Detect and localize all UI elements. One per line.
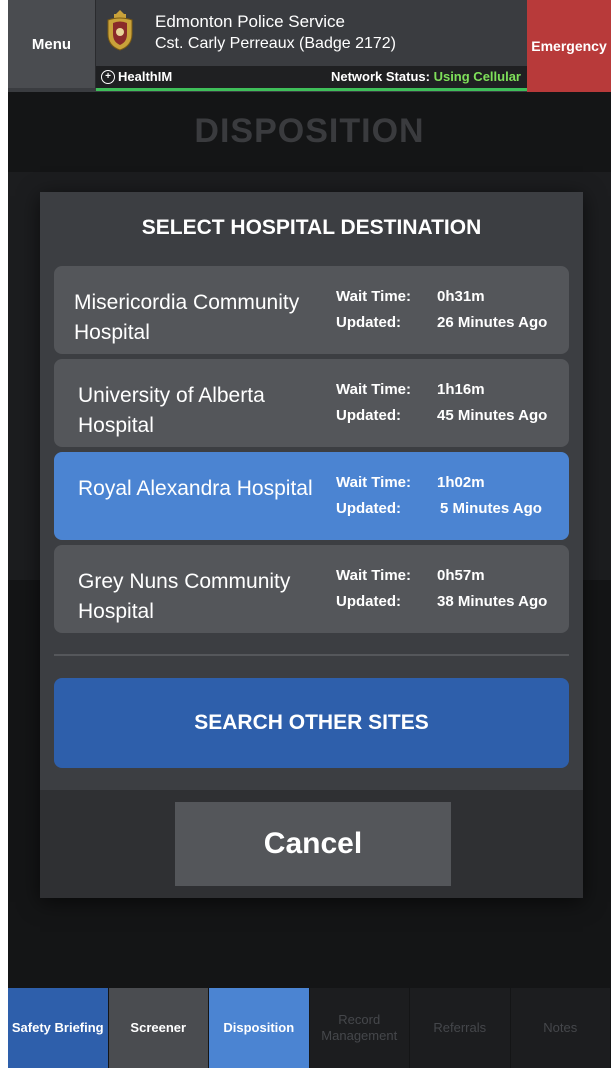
tab-record-management: Record Management: [309, 988, 410, 1068]
updated-label: Updated:: [336, 593, 401, 610]
wait-time-label: Wait Time:: [336, 288, 412, 305]
tab-screener[interactable]: Screener: [108, 988, 209, 1068]
wait-time-label: Wait Time:: [336, 381, 412, 398]
status-indicator-line: [96, 88, 527, 91]
network-status-value: Using Cellular: [433, 69, 521, 84]
hospital-select-modal: SELECT HOSPITAL DESTINATION Misericordia…: [40, 192, 583, 898]
updated-label: Updated:: [336, 314, 401, 331]
wait-time-value: 1h16m: [437, 381, 485, 398]
hospital-name: Royal Alexandra Hospital: [78, 477, 313, 500]
wait-time-value: 0h31m: [437, 288, 485, 305]
updated-label: Updated:: [336, 407, 401, 424]
modal-title: SELECT HOSPITAL DESTINATION: [141, 216, 482, 239]
healthim-brand: + HealthIM: [101, 69, 172, 84]
hospital-option-royal-alexandra[interactable]: Royal Alexandra Hospital Wait Time: 1h02…: [54, 452, 569, 540]
emergency-button[interactable]: Emergency: [527, 0, 611, 92]
wait-time-label: Wait Time:: [336, 474, 412, 491]
status-bar: + HealthIM Network Status: Using Cellula…: [96, 66, 527, 88]
updated-value: 45 Minutes Ago: [437, 407, 548, 424]
updated-value: 26 Minutes Ago: [437, 314, 548, 331]
menu-button[interactable]: Menu: [8, 0, 96, 88]
wait-time-value: 0h57m: [437, 567, 485, 584]
brand-label: HealthIM: [118, 69, 173, 84]
officer-name: Cst. Carly Perreaux (Badge 2172): [155, 35, 396, 52]
organization-name: Edmonton Police Service: [155, 12, 345, 31]
hospital-name: Grey Nuns Community Hospital: [78, 570, 291, 623]
tab-notes: Notes: [510, 988, 611, 1068]
police-badge-icon: [107, 10, 133, 51]
tab-disposition[interactable]: Disposition: [209, 988, 310, 1068]
bottom-strip: [8, 1068, 611, 1080]
hospital-option-grey-nuns[interactable]: Grey Nuns Community Hospital Wait Time: …: [54, 545, 569, 633]
search-other-sites-button[interactable]: SEARCH OTHER SITES: [54, 678, 569, 768]
divider: [54, 654, 569, 656]
page-title: DISPOSITION: [194, 112, 425, 150]
wait-time-value: 1h02m: [437, 474, 485, 491]
modal-footer: Cancel: [40, 790, 583, 898]
updated-value: 5 Minutes Ago: [440, 500, 542, 517]
tab-referrals: Referrals: [410, 988, 511, 1068]
cancel-button[interactable]: Cancel: [175, 802, 451, 886]
plus-circle-icon: +: [101, 69, 115, 84]
network-status-label: Network Status:: [330, 69, 430, 84]
hospital-option-misericordia[interactable]: Misericordia Community Hospital Wait Tim…: [54, 266, 569, 354]
hospital-name: Misericordia Community Hospital: [74, 291, 300, 344]
hospital-name: University of Alberta Hospital: [78, 384, 265, 437]
wait-time-label: Wait Time:: [336, 567, 412, 584]
hospital-option-university-of-alberta[interactable]: University of Alberta Hospital Wait Time…: [54, 359, 569, 447]
tab-safety-briefing[interactable]: Safety Briefing: [8, 988, 109, 1068]
bottom-tab-bar: Safety Briefing Screener Disposition Rec…: [8, 988, 611, 1068]
network-status: Network Status: Using Cellular: [331, 69, 521, 84]
updated-label: Updated:: [336, 500, 401, 517]
updated-value: 38 Minutes Ago: [437, 593, 548, 610]
